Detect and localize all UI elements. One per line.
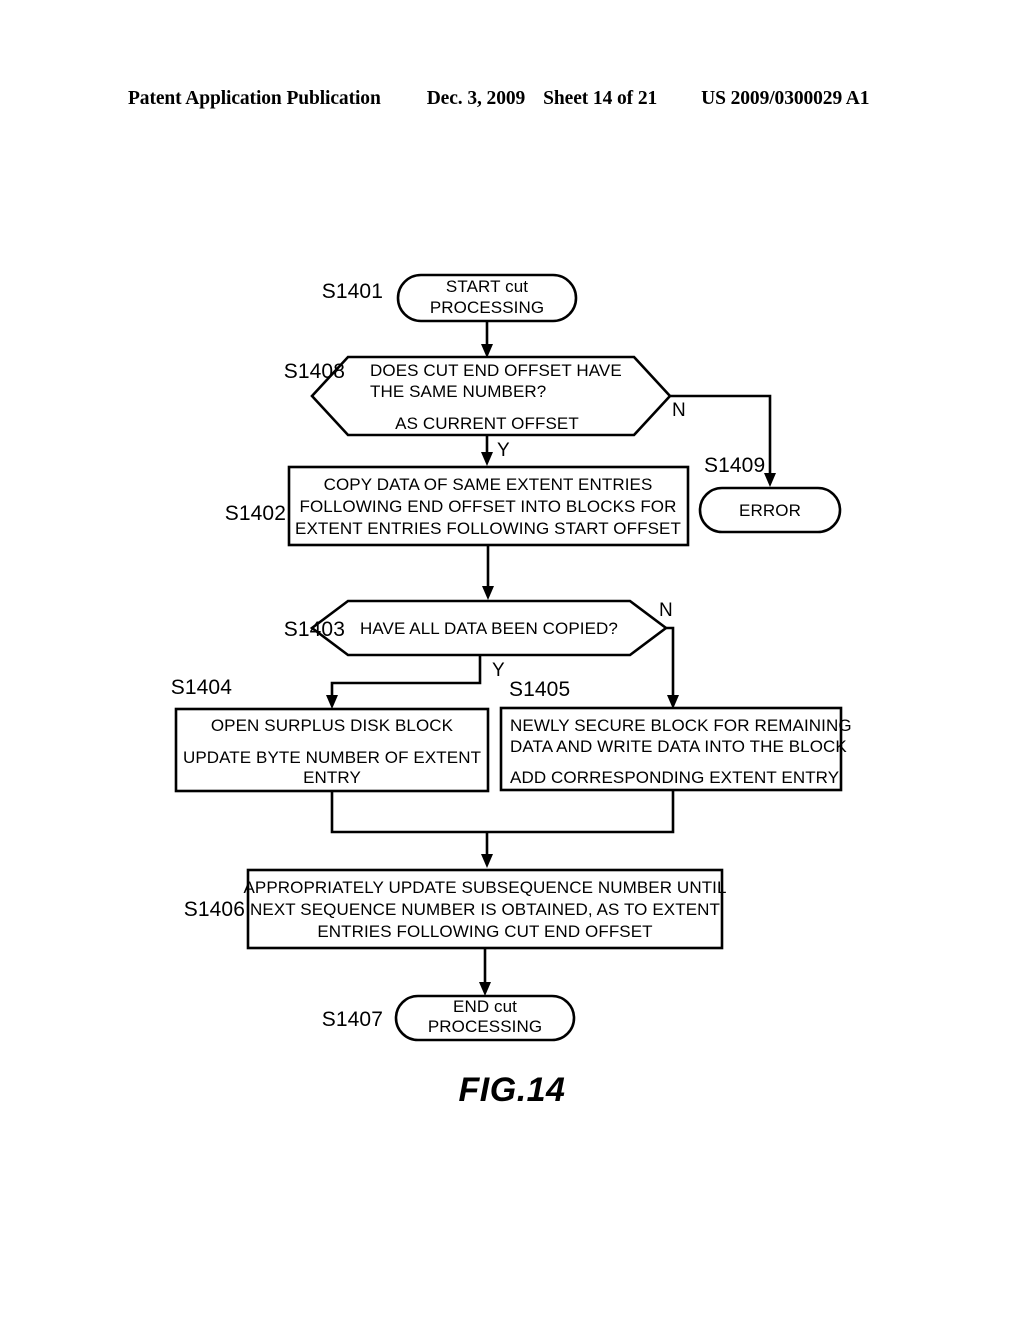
s1406-line-3: ENTRIES FOLLOWING CUT END OFFSET	[317, 922, 652, 941]
node-s1404-open-surplus-disk-block: OPEN SURPLUS DISK BLOCK UPDATE BYTE NUMB…	[171, 676, 490, 793]
arrowhead-icon	[326, 695, 338, 709]
edge-s1403-no-to-s1405: N	[659, 600, 679, 709]
edge-label-s1403-yes: Y	[492, 660, 505, 681]
s1404-line-2: UPDATE BYTE NUMBER OF EXTENT	[183, 748, 481, 767]
s1408-line-1: DOES CUT END OFFSET HAVE	[370, 361, 622, 380]
connector-s1406-to-s1407	[479, 948, 491, 996]
s1406-line-1: APPROPRIATELY UPDATE SUBSEQUENCE NUMBER …	[243, 878, 726, 897]
s1401-line-1: START cut	[446, 277, 528, 296]
edge-s1408-yes-to-s1402: Y	[481, 435, 510, 466]
s1406-line-2: NEXT SEQUENCE NUMBER IS OBTAINED, AS TO …	[250, 900, 720, 919]
s1402-step-label: S1402	[225, 502, 286, 525]
flowchart-figure: START cut PROCESSING S1401 DOES CUT END …	[171, 273, 852, 1042]
arrowhead-icon	[482, 586, 494, 600]
s1401-line-2: PROCESSING	[430, 298, 544, 317]
s1408-line-2: THE SAME NUMBER?	[370, 382, 546, 401]
patent-page: Patent Application Publication Dec. 3, 2…	[0, 0, 1024, 1320]
s1406-step-label: S1406	[184, 898, 245, 921]
node-s1402-copy-data: COPY DATA OF SAME EXTENT ENTRIES FOLLOWI…	[225, 465, 690, 547]
arrowhead-icon	[479, 982, 491, 996]
edge-label-s1408-yes: Y	[497, 440, 510, 461]
connector-s1401-to-s1408	[481, 321, 493, 358]
s1401-step-label: S1401	[322, 280, 383, 303]
s1403-line-1: HAVE ALL DATA BEEN COPIED?	[360, 619, 618, 638]
s1407-line-2: PROCESSING	[428, 1017, 542, 1036]
s1407-step-label: S1407	[322, 1008, 383, 1031]
s1404-line-1: OPEN SURPLUS DISK BLOCK	[211, 716, 454, 735]
node-s1403-all-data-copied-decision: HAVE ALL DATA BEEN COPIED? S1403	[284, 599, 669, 657]
s1402-line-2: FOLLOWING END OFFSET INTO BLOCKS FOR	[299, 497, 676, 516]
node-s1401-start-cut-processing: START cut PROCESSING S1401	[322, 273, 578, 323]
arrowhead-icon	[481, 854, 493, 868]
node-s1406-update-subsequence-number: APPROPRIATELY UPDATE SUBSEQUENCE NUMBER …	[184, 868, 726, 950]
arrowhead-icon	[481, 452, 493, 466]
s1409-step-label: S1409	[704, 454, 765, 477]
node-s1405-newly-secure-block: NEWLY SECURE BLOCK FOR REMAINING DATA AN…	[499, 678, 852, 792]
s1409-line-1: ERROR	[739, 501, 801, 520]
s1405-line-1: NEWLY SECURE BLOCK FOR REMAINING	[510, 716, 852, 735]
edge-label-s1403-no: N	[659, 600, 673, 621]
edge-s1403-yes-to-s1404: Y	[326, 655, 505, 709]
node-s1408-cut-end-offset-decision: DOES CUT END OFFSET HAVE THE SAME NUMBER…	[284, 355, 672, 437]
s1405-line-2: DATA AND WRITE DATA INTO THE BLOCK	[510, 737, 847, 756]
s1404-line-3: ENTRY	[303, 768, 361, 787]
node-s1407-end-cut-processing: END cut PROCESSING S1407	[322, 994, 576, 1042]
s1408-line-3: AS CURRENT OFFSET	[395, 414, 579, 433]
connector-merge-to-s1406	[330, 790, 675, 868]
s1405-step-label: S1405	[509, 678, 570, 701]
s1404-step-label: S1404	[171, 676, 232, 699]
arrowhead-icon	[764, 473, 776, 487]
s1407-line-1: END cut	[453, 997, 517, 1016]
s1403-step-label: S1403	[284, 618, 345, 641]
edge-label-s1408-no: N	[672, 400, 686, 421]
figure-caption: FIG.14	[458, 1071, 566, 1109]
connector-s1402-to-s1403	[482, 545, 494, 600]
s1408-step-label: S1408	[284, 360, 345, 383]
s1402-line-1: COPY DATA OF SAME EXTENT ENTRIES	[324, 475, 653, 494]
s1405-line-3: ADD CORRESPONDING EXTENT ENTRY	[510, 768, 839, 787]
s1402-line-3: EXTENT ENTRIES FOLLOWING START OFFSET	[295, 519, 681, 538]
